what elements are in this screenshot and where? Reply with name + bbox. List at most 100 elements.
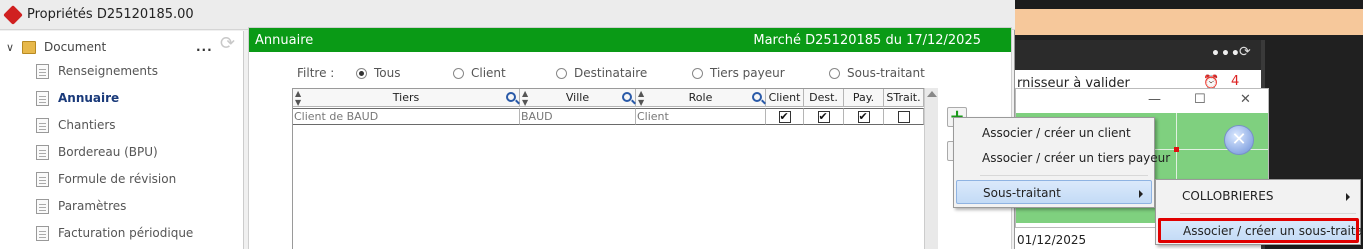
cell-tiers[interactable]: Client de BAUD	[293, 108, 520, 125]
column-title: Dest.	[809, 91, 838, 104]
panel-header: Annuaire Marché D25120185 du 17/12/2025	[249, 28, 1011, 52]
filter-radio-sous-traitant[interactable]: Sous-traitant	[829, 66, 925, 80]
radio-unchecked-icon[interactable]	[556, 67, 567, 79]
background-refresh-icon[interactable]: ⟳	[1239, 44, 1251, 60]
radio-unchecked-icon[interactable]	[829, 67, 840, 79]
properties-window: Propriétés D25120185.00 ∨ Document ... ⟳…	[0, 0, 1015, 249]
refresh-icon[interactable]: ⟳	[220, 33, 235, 54]
submenu-item-collobrieres[interactable]: COLLOBRIERES	[1158, 184, 1358, 208]
strait-checkbox[interactable]	[897, 111, 910, 123]
menu-item-label: COLLOBRIERES	[1182, 189, 1274, 203]
context-menu: Associer / créer un client Associer / cr…	[953, 117, 1170, 208]
chevron-right-icon	[1139, 190, 1143, 198]
tree-item-label: Annuaire	[58, 91, 120, 105]
menu-separator	[980, 175, 1148, 176]
filter-radio-tiers-payeur[interactable]: Tiers payeur	[692, 66, 785, 80]
document-icon	[36, 117, 49, 133]
tree-item-label: Paramètres	[58, 199, 127, 213]
close-circle-icon[interactable]: ✕	[1224, 125, 1254, 155]
cell-ville[interactable]: BAUD	[520, 108, 636, 125]
tree-root-document[interactable]: ∨ Document	[6, 38, 106, 56]
canvas-marker	[1174, 147, 1179, 152]
column-title: Role	[688, 91, 713, 104]
document-icon	[36, 225, 49, 241]
panel-title: Annuaire	[255, 33, 314, 48]
tree-item-parametres[interactable]: Paramètres	[36, 196, 126, 216]
menu-separator	[1180, 213, 1356, 214]
dialog-close-button[interactable]: ✕	[1240, 92, 1251, 107]
cell-dest	[804, 108, 844, 125]
background-banner	[1015, 9, 1363, 35]
column-header-strait[interactable]: STrait.	[884, 89, 924, 107]
dest-checkbox[interactable]	[817, 109, 830, 124]
folder-icon	[22, 40, 36, 54]
background-more-icon[interactable]: •••	[1211, 46, 1241, 62]
radio-label: Destinataire	[574, 66, 648, 80]
annuaire-panel: Annuaire Marché D25120185 du 17/12/2025 …	[248, 27, 1012, 249]
tree-item-formule-revision[interactable]: Formule de révision	[36, 169, 176, 189]
column-title: STrait.	[886, 91, 921, 104]
column-header-pay[interactable]: Pay.	[844, 89, 884, 107]
column-header-client[interactable]: Client	[766, 89, 804, 107]
more-options-button[interactable]: ...	[196, 40, 213, 54]
tree-item-annuaire[interactable]: Annuaire	[36, 88, 119, 108]
tree-item-bordereau[interactable]: Bordereau (BPU)	[36, 142, 158, 162]
pay-checkbox[interactable]	[857, 109, 870, 124]
column-header-role[interactable]: ▲ ▼ Role	[636, 89, 766, 107]
dialog-maximize-button[interactable]: ☐	[1194, 92, 1206, 107]
window-title: Propriétés D25120185.00	[27, 7, 194, 22]
radio-label: Sous-traitant	[847, 66, 925, 80]
tree-item-chantiers[interactable]: Chantiers	[36, 115, 116, 135]
column-title: Tiers	[392, 91, 420, 104]
background-date: 01/12/2025	[1017, 233, 1087, 247]
market-label: Marché D25120185 du 17/12/2025	[753, 33, 981, 48]
document-icon	[36, 144, 49, 160]
grid-scrollbar[interactable]	[924, 88, 938, 249]
cell-client	[766, 108, 804, 125]
scroll-up-icon[interactable]	[927, 91, 937, 97]
filter-radio-destinataire[interactable]: Destinataire	[556, 66, 647, 80]
filter-label: Filtre :	[297, 66, 335, 80]
sort-icon[interactable]: ▲ ▼	[638, 89, 644, 107]
chevron-down-icon[interactable]: ∨	[6, 41, 18, 54]
client-checkbox[interactable]	[778, 109, 791, 124]
document-icon	[36, 171, 49, 187]
chevron-right-icon	[1346, 193, 1350, 201]
document-icon	[36, 63, 49, 79]
search-icon[interactable]	[506, 92, 516, 102]
window-titlebar: Propriétés D25120185.00	[0, 0, 1015, 30]
tree-item-label: Facturation périodique	[58, 226, 194, 240]
cell-strait	[884, 108, 924, 125]
search-icon[interactable]	[752, 92, 762, 102]
document-icon	[36, 198, 49, 214]
tree-item-label: Renseignements	[58, 64, 158, 78]
tree-item-renseignements[interactable]: Renseignements	[36, 61, 158, 81]
tree-item-facturation[interactable]: Facturation périodique	[36, 223, 193, 243]
column-header-tiers[interactable]: ▲ ▼ Tiers	[293, 89, 520, 107]
alarm-count: 4	[1231, 74, 1240, 89]
column-header-ville[interactable]: ▲ ▼ Ville	[520, 89, 636, 107]
menu-item-associer-tiers-payeur[interactable]: Associer / créer un tiers payeur	[956, 146, 1170, 170]
menu-item-associer-client[interactable]: Associer / créer un client	[956, 121, 1152, 145]
radio-unchecked-icon[interactable]	[453, 67, 464, 79]
radio-checked-icon[interactable]	[356, 67, 367, 79]
radio-unchecked-icon[interactable]	[692, 67, 703, 79]
tree-item-label: Formule de révision	[58, 172, 177, 186]
cell-role[interactable]: Client	[636, 108, 766, 125]
cell-pay	[844, 108, 884, 125]
document-tree: ∨ Document ... ⟳ Renseignements Annuaire…	[0, 31, 244, 249]
search-icon[interactable]	[622, 92, 632, 102]
radio-label: Client	[471, 66, 506, 80]
menu-item-sous-traitant[interactable]: Sous-traitant	[956, 180, 1152, 204]
radio-label: Tous	[374, 66, 401, 80]
column-header-dest[interactable]: Dest.	[804, 89, 844, 107]
column-title: Client	[768, 91, 801, 104]
app-logo-icon	[3, 5, 23, 25]
dialog-minimize-button[interactable]: —	[1148, 92, 1161, 107]
filter-radio-client[interactable]: Client	[453, 66, 506, 80]
tree-item-label: Chantiers	[58, 118, 116, 132]
radio-label: Tiers payeur	[710, 66, 785, 80]
sort-icon[interactable]: ▲ ▼	[295, 89, 301, 107]
filter-radio-tous[interactable]: Tous	[356, 66, 401, 80]
sort-icon[interactable]: ▲ ▼	[522, 89, 528, 107]
